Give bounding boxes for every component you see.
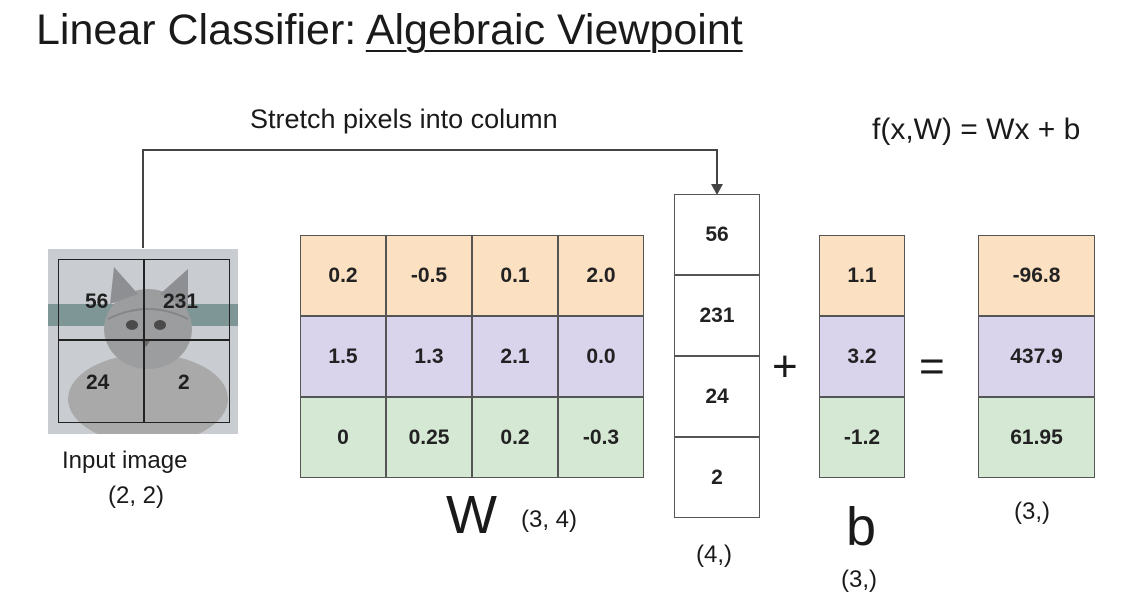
- pixel-grid: [58, 259, 230, 423]
- w-cell: 0.1: [472, 235, 558, 316]
- w-cell: 2.0: [558, 235, 644, 316]
- b-cell: 3.2: [819, 316, 905, 397]
- w-label: W: [446, 485, 497, 545]
- equals-sign: =: [919, 342, 945, 391]
- w-cell: 0.2: [472, 397, 558, 478]
- b-cell: -1.2: [819, 397, 905, 478]
- w-cell: 0: [300, 397, 386, 478]
- x-cell: 56: [674, 194, 760, 275]
- pixel-value: 231: [163, 290, 199, 313]
- w-cell: 2.1: [472, 316, 558, 397]
- pixel-value: 24: [86, 371, 110, 394]
- x-cell: 24: [674, 356, 760, 437]
- plus-sign: +: [772, 342, 798, 391]
- w-shape: (3, 4): [521, 506, 578, 533]
- result-cell: 437.9: [978, 316, 1095, 397]
- w-cell: 1.5: [300, 316, 386, 397]
- w-cell: -0.3: [558, 397, 644, 478]
- result-cell: 61.95: [978, 397, 1095, 478]
- b-shape: (3,): [841, 566, 877, 593]
- pixel-value: 2: [178, 371, 190, 394]
- w-cell: -0.5: [386, 235, 472, 316]
- arrow-line: [142, 149, 718, 248]
- result-shape: (3,): [1014, 498, 1050, 525]
- w-cell: 0.2: [300, 235, 386, 316]
- x-shape: (4,): [696, 541, 732, 568]
- w-cell: 0.0: [558, 316, 644, 397]
- input-image-caption: Input image: [62, 447, 188, 474]
- w-cell: 0.25: [386, 397, 472, 478]
- pixel-value: 56: [85, 290, 109, 313]
- w-cell: 1.3: [386, 316, 472, 397]
- input-image-shape: (2, 2): [108, 482, 165, 509]
- b-label: b: [846, 497, 877, 557]
- x-cell: 2: [674, 437, 760, 518]
- b-cell: 1.1: [819, 235, 905, 316]
- x-cell: 231: [674, 275, 760, 356]
- result-cell: -96.8: [978, 235, 1095, 316]
